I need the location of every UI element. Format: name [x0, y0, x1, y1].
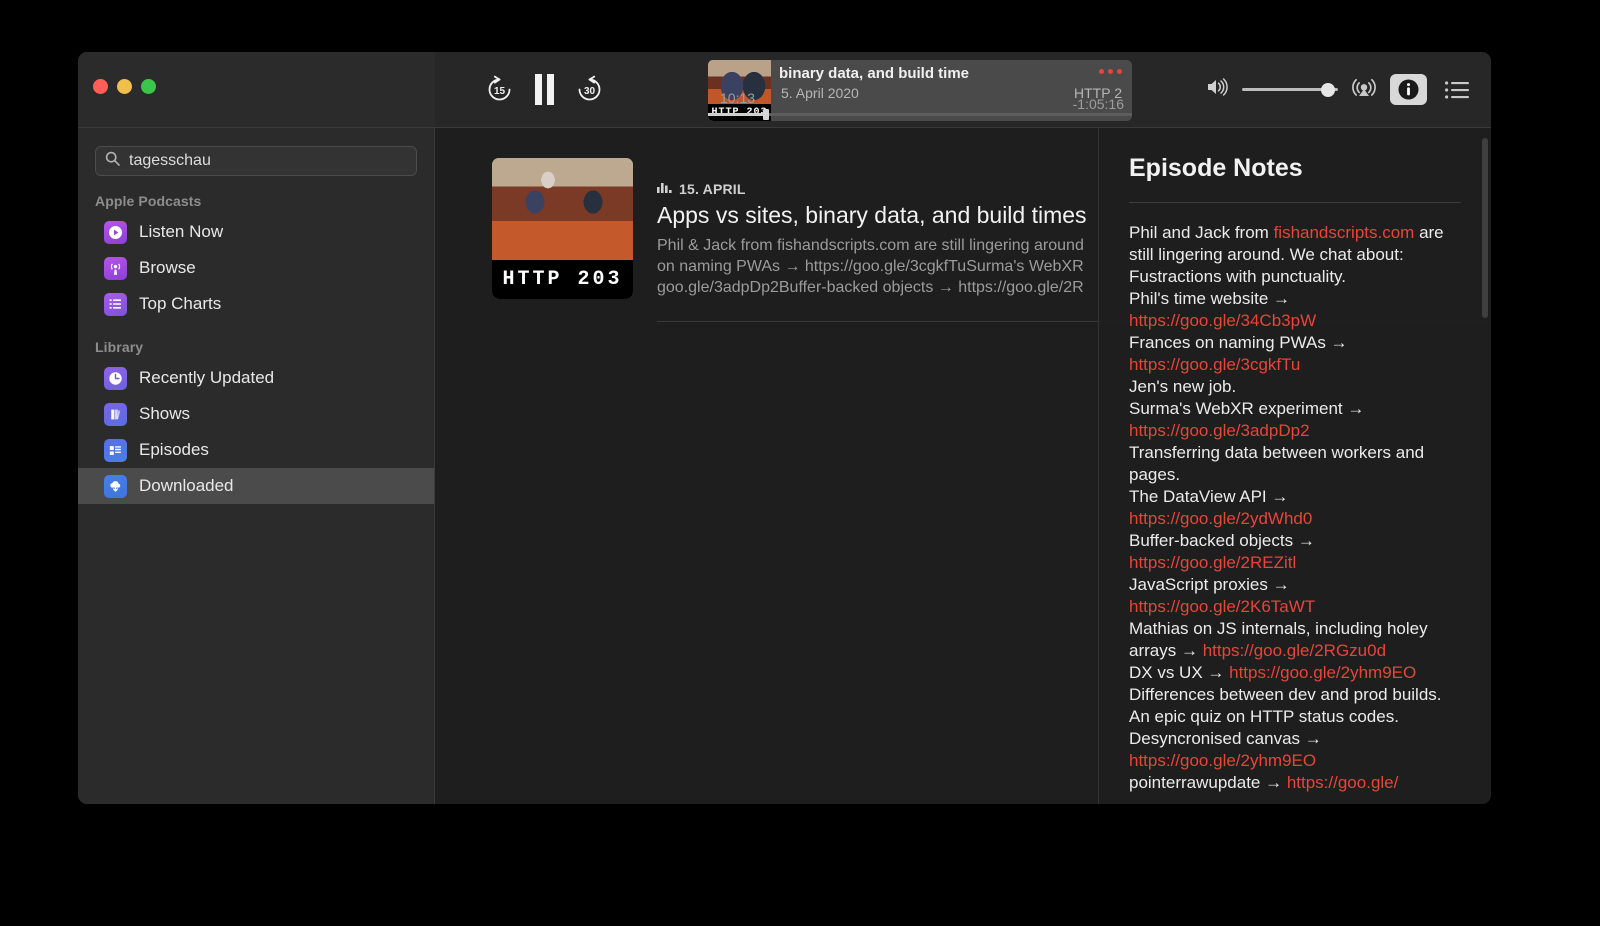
up-next-button[interactable] — [1441, 77, 1473, 103]
scrubber-track — [708, 113, 1132, 116]
search-field[interactable] — [95, 146, 417, 176]
episode-artwork-photo — [492, 158, 633, 260]
sidebar-item-label: Top Charts — [139, 294, 222, 313]
sidebar-section-library-title: Library — [95, 339, 144, 355]
episode-notes-link[interactable]: fishandscripts.com — [1274, 223, 1415, 242]
volume-slider[interactable] — [1242, 82, 1338, 98]
browse-icon — [104, 256, 127, 280]
list-icon — [1445, 80, 1469, 99]
episode-date: 15. APRIL — [679, 181, 746, 197]
volume-knob[interactable] — [1321, 82, 1335, 97]
scrubber-fill — [708, 113, 764, 116]
volume-icon[interactable] — [1206, 78, 1228, 101]
sidebar-section-apple-podcasts-title: Apple Podcasts — [95, 193, 202, 209]
sidebar-item-episodes[interactable]: Episodes — [78, 432, 434, 468]
sidebar: Apple Podcasts Listen Now Browse — [78, 128, 435, 804]
downloaded-icon — [104, 474, 127, 498]
episode-notes-text: Differences between dev and prod builds.… — [1129, 685, 1442, 748]
episode-artwork[interactable]: HTTP 203 — [492, 158, 633, 299]
now-playing-title: binary data, and build time — [779, 65, 970, 82]
episode-notes-link[interactable]: https://goo.gle/2K6TaWT — [1129, 597, 1315, 616]
episode-artwork-logo-label: HTTP 203 — [492, 260, 633, 299]
recently-updated-icon — [104, 366, 127, 390]
episode-notes-panel: Episode Notes Phil and Jack from fishand… — [1098, 128, 1491, 804]
episode-notes-link[interactable]: https://goo.gle/2yhm9EO — [1229, 663, 1416, 682]
episode-notes-link[interactable]: https://goo.gle/3cgkfTu — [1129, 355, 1300, 374]
episode-notes-text: Transferring data between workers and pa… — [1129, 443, 1425, 506]
now-playing-date: 5. April 2020 — [781, 85, 859, 101]
now-playing-elapsed-time: 10:13 — [720, 90, 756, 106]
episode-notes-text: pointerrawupdate → — [1129, 773, 1283, 792]
minimize-button[interactable] — [117, 79, 132, 94]
window-body: Apple Podcasts Listen Now Browse — [78, 128, 1491, 804]
sidebar-item-recently-updated[interactable]: Recently Updated — [78, 360, 434, 396]
podcasts-window: 15 30 binary data, and build time 5. Apr… — [78, 52, 1491, 804]
episode-notes-link[interactable]: https://goo.gle/ — [1287, 773, 1399, 792]
search-icon — [105, 151, 120, 171]
now-playing-subtitle: 5. April 2020 HTTP 2 — [781, 85, 1122, 101]
playback-scrubber[interactable] — [708, 109, 1132, 120]
episode-notes-text: Buffer-backed objects → — [1129, 531, 1315, 550]
top-charts-icon — [104, 292, 127, 316]
info-icon — [1398, 79, 1419, 100]
episode-notes-link[interactable]: https://goo.gle/3adpDp2 — [1129, 421, 1310, 440]
skip-forward-icon: 30 — [575, 75, 604, 104]
episode-notes-text: DX vs UX → — [1129, 663, 1225, 682]
episode-notes-link[interactable]: https://goo.gle/2ydWhd0 — [1129, 509, 1312, 528]
episode-notes-text: JavaScript proxies → — [1129, 575, 1290, 594]
sidebar-item-label: Browse — [139, 258, 196, 277]
toolbar-main-region: 15 30 binary data, and build time 5. Apr… — [435, 52, 1491, 127]
episode-notes-title: Episode Notes — [1129, 154, 1303, 182]
shows-icon — [104, 402, 127, 426]
sidebar-item-label: Listen Now — [139, 222, 224, 241]
episode-notes-divider — [1129, 202, 1461, 203]
search-container — [78, 146, 434, 176]
airplay-icon[interactable] — [1352, 76, 1376, 103]
episode-notes-body: Phil and Jack from fishandscripts.com ar… — [1129, 222, 1461, 794]
close-button[interactable] — [93, 79, 108, 94]
main-content: HTTP 203 15. APRIL Apps vs sites, binary… — [435, 128, 1491, 804]
episode-notes-text: Frances on naming PWAs → — [1129, 333, 1348, 352]
episodes-icon — [104, 438, 127, 462]
sidebar-item-label: Recently Updated — [139, 368, 275, 387]
notes-scrollbar[interactable] — [1482, 138, 1488, 318]
skip-back-label: 15 — [493, 85, 506, 97]
episode-notes-link[interactable]: https://goo.gle/2REZitl — [1129, 553, 1296, 572]
playing-indicator-icon — [1099, 69, 1122, 74]
episode-notes-text: Jen's new job. Surma's WebXR experiment … — [1129, 377, 1365, 418]
toolbar: 15 30 binary data, and build time 5. Apr… — [78, 52, 1491, 128]
pause-icon — [535, 74, 554, 105]
sidebar-item-listen-now[interactable]: Listen Now — [78, 214, 434, 250]
audio-bars-icon — [657, 180, 672, 198]
search-input[interactable] — [129, 152, 407, 170]
sidebar-item-label: Downloaded — [139, 476, 234, 495]
sidebar-item-label: Episodes — [139, 440, 209, 459]
episode-notes-link[interactable]: https://goo.gle/2RGzu0d — [1203, 641, 1386, 660]
sidebar-item-downloaded[interactable]: Downloaded — [78, 468, 434, 504]
transport-controls: 15 30 — [485, 74, 604, 105]
skip-back-icon: 15 — [485, 75, 514, 104]
episode-notes-text: Phil and Jack from — [1129, 223, 1274, 242]
listen-now-icon — [104, 220, 127, 244]
pause-button[interactable] — [535, 74, 554, 105]
sidebar-item-browse[interactable]: Browse — [78, 250, 434, 286]
sidebar-item-label: Shows — [139, 404, 191, 423]
episode-notes-link[interactable]: https://goo.gle/34Cb3pW — [1129, 311, 1316, 330]
traffic-lights — [93, 79, 156, 94]
now-playing-widget[interactable]: HTTP 203 binary data, and build time 5. … — [708, 60, 1132, 121]
skip-forward-30-button[interactable]: 30 — [575, 75, 604, 104]
zoom-button[interactable] — [141, 79, 156, 94]
info-button[interactable] — [1390, 74, 1427, 105]
skip-back-15-button[interactable]: 15 — [485, 75, 514, 104]
toolbar-left-region — [78, 52, 435, 127]
toolbar-right-region — [1206, 52, 1473, 127]
sidebar-item-shows[interactable]: Shows — [78, 396, 434, 432]
episode-notes-link[interactable]: https://goo.gle/2yhm9EO — [1129, 751, 1316, 770]
scrubber-knob[interactable] — [763, 109, 770, 120]
skip-forward-label: 30 — [583, 85, 596, 97]
sidebar-item-top-charts[interactable]: Top Charts — [78, 286, 434, 322]
